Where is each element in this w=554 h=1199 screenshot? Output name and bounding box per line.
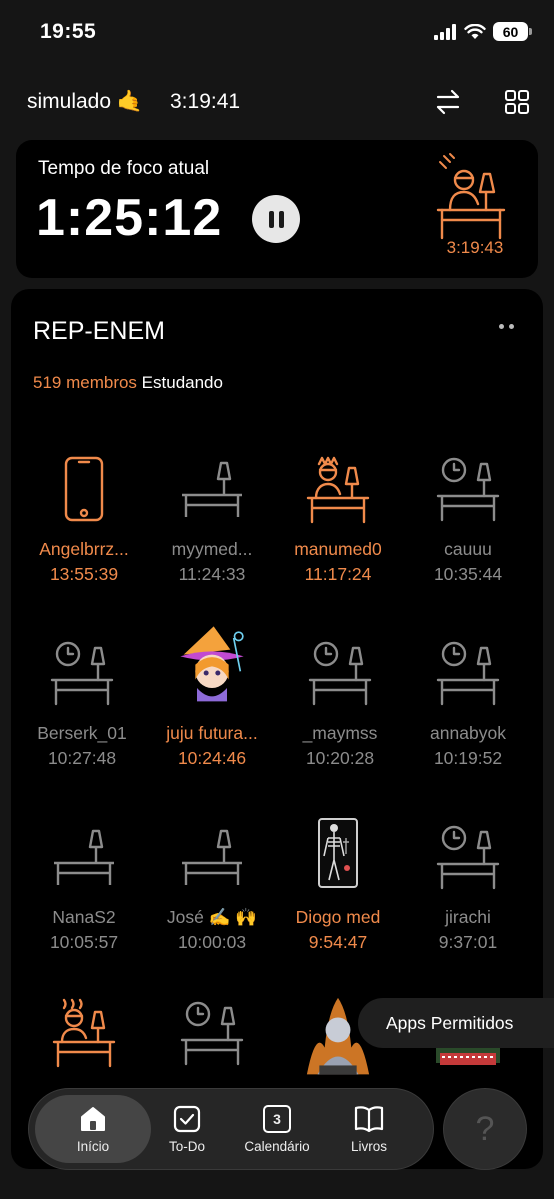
grid-view-button[interactable] bbox=[501, 86, 533, 118]
member-name: Diogo med bbox=[295, 907, 381, 927]
member-time: 10:24:46 bbox=[177, 748, 247, 768]
member-name: _maymss bbox=[302, 723, 378, 743]
book-icon bbox=[354, 1105, 384, 1132]
wifi-icon bbox=[464, 23, 486, 39]
member-name: Berserk_01 bbox=[37, 723, 127, 743]
calendar-icon: 3 bbox=[263, 1104, 291, 1133]
member-name: jirachi bbox=[445, 907, 491, 927]
status-bar: 19:55 60 bbox=[0, 0, 554, 64]
signal-icon bbox=[434, 23, 456, 40]
tab-inicio[interactable]: Início bbox=[35, 1095, 151, 1163]
calendar-badge: 3 bbox=[273, 1110, 281, 1127]
checkbox-icon bbox=[173, 1105, 201, 1132]
member-name: myymed... bbox=[171, 539, 253, 559]
session-title[interactable]: simulado 🤙 bbox=[27, 90, 143, 114]
member-card[interactable]: NanaS2 10:05:57 bbox=[19, 817, 149, 987]
member-time: 10:00:03 bbox=[177, 932, 247, 952]
tab-label: To-Do bbox=[168, 1138, 205, 1154]
swap-arrows-icon bbox=[436, 89, 460, 115]
member-card[interactable]: José ✍️ 🙌 10:00:03 bbox=[147, 817, 277, 987]
studying-person-icon bbox=[298, 449, 378, 529]
member-card[interactable]: Angelbrrz... 13:55:39 bbox=[19, 449, 149, 619]
tab-todo[interactable]: To-Do bbox=[137, 1095, 237, 1163]
members-count: 519 membros bbox=[33, 373, 137, 392]
member-card[interactable]: _maymss 10:20:28 bbox=[275, 633, 405, 803]
member-name: juju futura... bbox=[166, 723, 258, 743]
tab-label: Calendário bbox=[244, 1138, 310, 1154]
desk-clock-icon bbox=[300, 633, 380, 713]
focus-card: Tempo de foco atual 1:25:12 3:19:43 bbox=[16, 140, 538, 278]
member-time: 13:55:39 bbox=[49, 564, 119, 584]
member-time: 10:27:48 bbox=[47, 748, 117, 768]
member-card[interactable]: juju futura... 10:24:46 bbox=[147, 626, 277, 803]
help-button[interactable]: ? bbox=[443, 1088, 527, 1170]
desk-clock-icon bbox=[172, 993, 252, 1073]
member-card[interactable]: jirachi 9:37:01 bbox=[403, 817, 533, 987]
member-time: 11:17:24 bbox=[304, 564, 372, 584]
tab-bar: Início To-Do 3 Calendário Livros bbox=[28, 1088, 434, 1170]
member-name: Angelbrrz... bbox=[39, 539, 129, 559]
member-name: annabyok bbox=[430, 723, 506, 743]
member-time: 10:05:57 bbox=[49, 932, 119, 952]
desk-clock-icon bbox=[428, 633, 508, 713]
tab-calendario[interactable]: 3 Calendário bbox=[227, 1095, 327, 1163]
desk-clock-icon bbox=[428, 817, 508, 897]
phone-icon bbox=[44, 449, 124, 529]
apps-permitidos-tooltip[interactable]: Apps Permitidos bbox=[358, 998, 554, 1048]
witch-avatar-icon bbox=[172, 613, 252, 713]
more-options-button[interactable] bbox=[499, 321, 523, 331]
tab-livros[interactable]: Livros bbox=[319, 1095, 419, 1163]
member-name: manumed0 bbox=[294, 539, 382, 559]
member-card[interactable]: manumed0 11:17:24 bbox=[273, 449, 403, 619]
studying-person-icon bbox=[44, 993, 124, 1073]
desk-clock-icon bbox=[42, 633, 122, 713]
desk-clock-icon bbox=[428, 449, 508, 529]
swap-button[interactable] bbox=[432, 86, 464, 118]
status-time: 19:55 bbox=[40, 20, 97, 43]
group-name: REP-ENEM bbox=[33, 317, 165, 345]
home-icon bbox=[81, 1106, 105, 1131]
member-time: 9:54:47 bbox=[308, 932, 368, 952]
member-time: 10:19:52 bbox=[433, 748, 503, 768]
skeleton-card-icon bbox=[298, 811, 378, 895]
status-text: Estudando bbox=[141, 373, 223, 392]
member-name: cauuu bbox=[444, 539, 492, 559]
tab-label: Início bbox=[76, 1138, 110, 1154]
battery-icon: 60 bbox=[493, 22, 532, 41]
member-card[interactable]: Diogo med 9:54:47 bbox=[273, 817, 403, 987]
desk-lamp-icon bbox=[172, 817, 252, 897]
header: simulado 🤙 3:19:41 bbox=[0, 76, 554, 130]
member-time: 10:35:44 bbox=[433, 564, 503, 584]
pause-button[interactable] bbox=[252, 195, 300, 243]
grid-icon bbox=[505, 90, 529, 114]
tab-label: Livros bbox=[350, 1138, 387, 1154]
group-stats: 519 membros Estudando bbox=[33, 373, 223, 393]
member-card[interactable]: myymed... 11:24:33 bbox=[147, 449, 277, 619]
focus-label: Tempo de foco atual bbox=[38, 158, 210, 179]
member-card[interactable]: Berserk_01 10:27:48 bbox=[17, 633, 147, 803]
member-time: 9:37:01 bbox=[438, 932, 498, 952]
desk-lamp-icon bbox=[44, 817, 124, 897]
member-name: NanaS2 bbox=[52, 907, 116, 927]
member-card[interactable]: annabyok 10:19:52 bbox=[403, 633, 533, 803]
focus-time: 1:25:12 bbox=[36, 189, 223, 247]
member-name: José ✍️ 🙌 bbox=[166, 907, 258, 927]
desk-lamp-icon bbox=[172, 449, 252, 529]
member-card[interactable]: cauuu 10:35:44 bbox=[403, 449, 533, 619]
avatar-time: 3:19:43 bbox=[446, 238, 504, 257]
status-icons: 60 bbox=[433, 22, 532, 41]
member-time: 11:24:33 bbox=[178, 564, 246, 584]
session-timer: 3:19:41 bbox=[170, 90, 241, 113]
member-time: 10:20:28 bbox=[305, 748, 375, 768]
studying-person-icon[interactable] bbox=[436, 148, 518, 244]
pause-icon bbox=[268, 210, 274, 228]
